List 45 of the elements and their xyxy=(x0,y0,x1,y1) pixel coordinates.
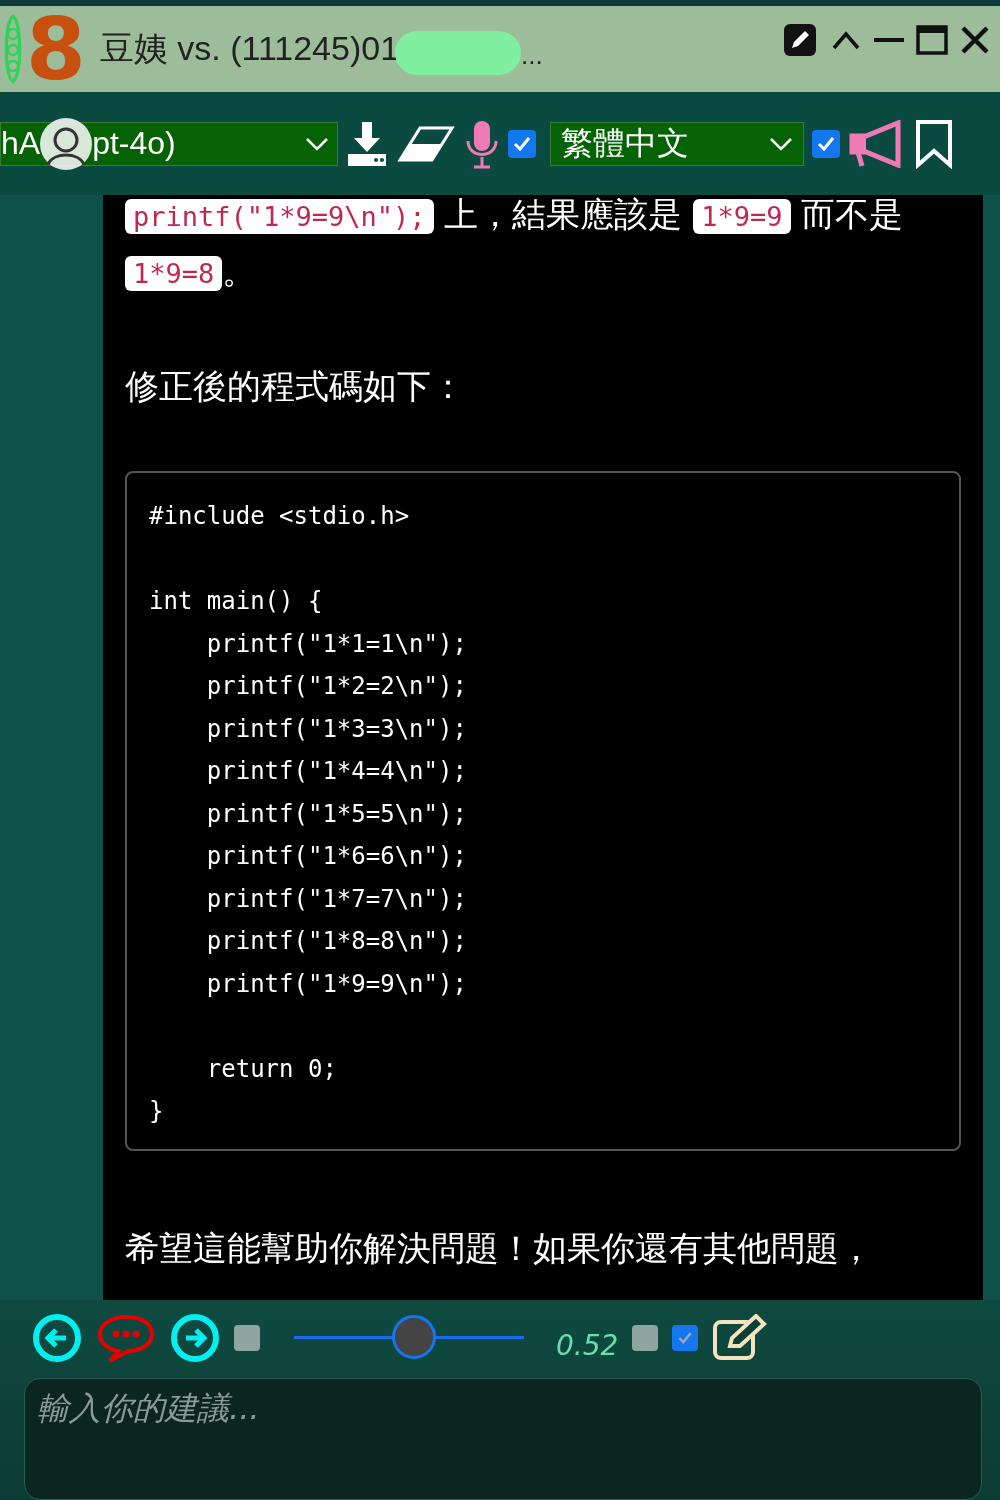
close-icon[interactable] xyxy=(960,25,990,55)
checkbox[interactable] xyxy=(508,129,536,158)
slider-thumb[interactable] xyxy=(391,1315,436,1359)
arrow-left-icon[interactable] xyxy=(32,1313,82,1363)
code-line: printf("1*3=3\n"); xyxy=(205,713,468,745)
checkbox[interactable] xyxy=(234,1325,260,1351)
pea-pod-icon xyxy=(2,14,24,84)
inline-code: printf("1*9=9\n"); xyxy=(125,199,434,234)
chevron-down-icon xyxy=(305,136,329,151)
code-line: printf("1*8=8\n"); xyxy=(205,926,468,957)
code-line: #include <stdio.h> xyxy=(149,501,411,532)
input-field[interactable]: 輸入你的建議... xyxy=(24,1378,982,1500)
code-line: return 0; xyxy=(205,1053,338,1085)
code-line: printf("1*9=9\n"); xyxy=(205,968,468,1000)
download-icon[interactable] xyxy=(346,119,388,168)
inline-code: 1*9=8 xyxy=(125,256,223,291)
title-ellipsis: ... xyxy=(521,39,543,71)
code-line: printf("1*5=5\n"); xyxy=(205,798,468,830)
chevron-down-icon xyxy=(769,136,793,151)
language-select[interactable]: 繁體中文 xyxy=(550,121,804,166)
arrow-right-icon[interactable] xyxy=(170,1313,220,1363)
code-line: printf("1*2=2\n"); xyxy=(205,671,468,702)
edit-icon[interactable] xyxy=(782,22,818,58)
code-line: printf("1*1=1\n"); xyxy=(205,628,468,660)
microphone-icon[interactable] xyxy=(464,118,500,169)
avatar-icon xyxy=(38,115,95,172)
bookmark-icon[interactable] xyxy=(914,118,954,169)
message-text: 修正後的程式碼如下： xyxy=(125,365,466,408)
code-line: printf("1*6=6\n"); xyxy=(205,841,468,872)
checkbox[interactable] xyxy=(672,1325,699,1351)
code-line: } xyxy=(149,1096,165,1127)
inline-code: 1*9=9 xyxy=(693,199,791,234)
code-line: printf("1*4=4\n"); xyxy=(205,756,468,787)
code-line: printf("1*7=7\n"); xyxy=(205,883,468,915)
logo-text: 8 xyxy=(26,6,86,92)
window-title: 豆姨 vs. (111245)01 xyxy=(99,28,400,69)
maximize-icon[interactable] xyxy=(916,25,948,55)
slider-value: 0.52 xyxy=(556,1328,619,1362)
checkbox[interactable] xyxy=(812,129,840,158)
message-text: 希望這能幫助你解決問題！如果你還有其他問題， xyxy=(125,1226,874,1270)
minimize-icon[interactable] xyxy=(874,36,904,44)
message-text: printf("1*9=9\n"); 上，結果應該是 1*9=9 而不是 1*9=8 。 xyxy=(125,195,961,301)
checkbox[interactable] xyxy=(632,1325,659,1351)
code-line: int main() { xyxy=(149,586,324,617)
chat-bubble-icon[interactable] xyxy=(96,1313,156,1363)
